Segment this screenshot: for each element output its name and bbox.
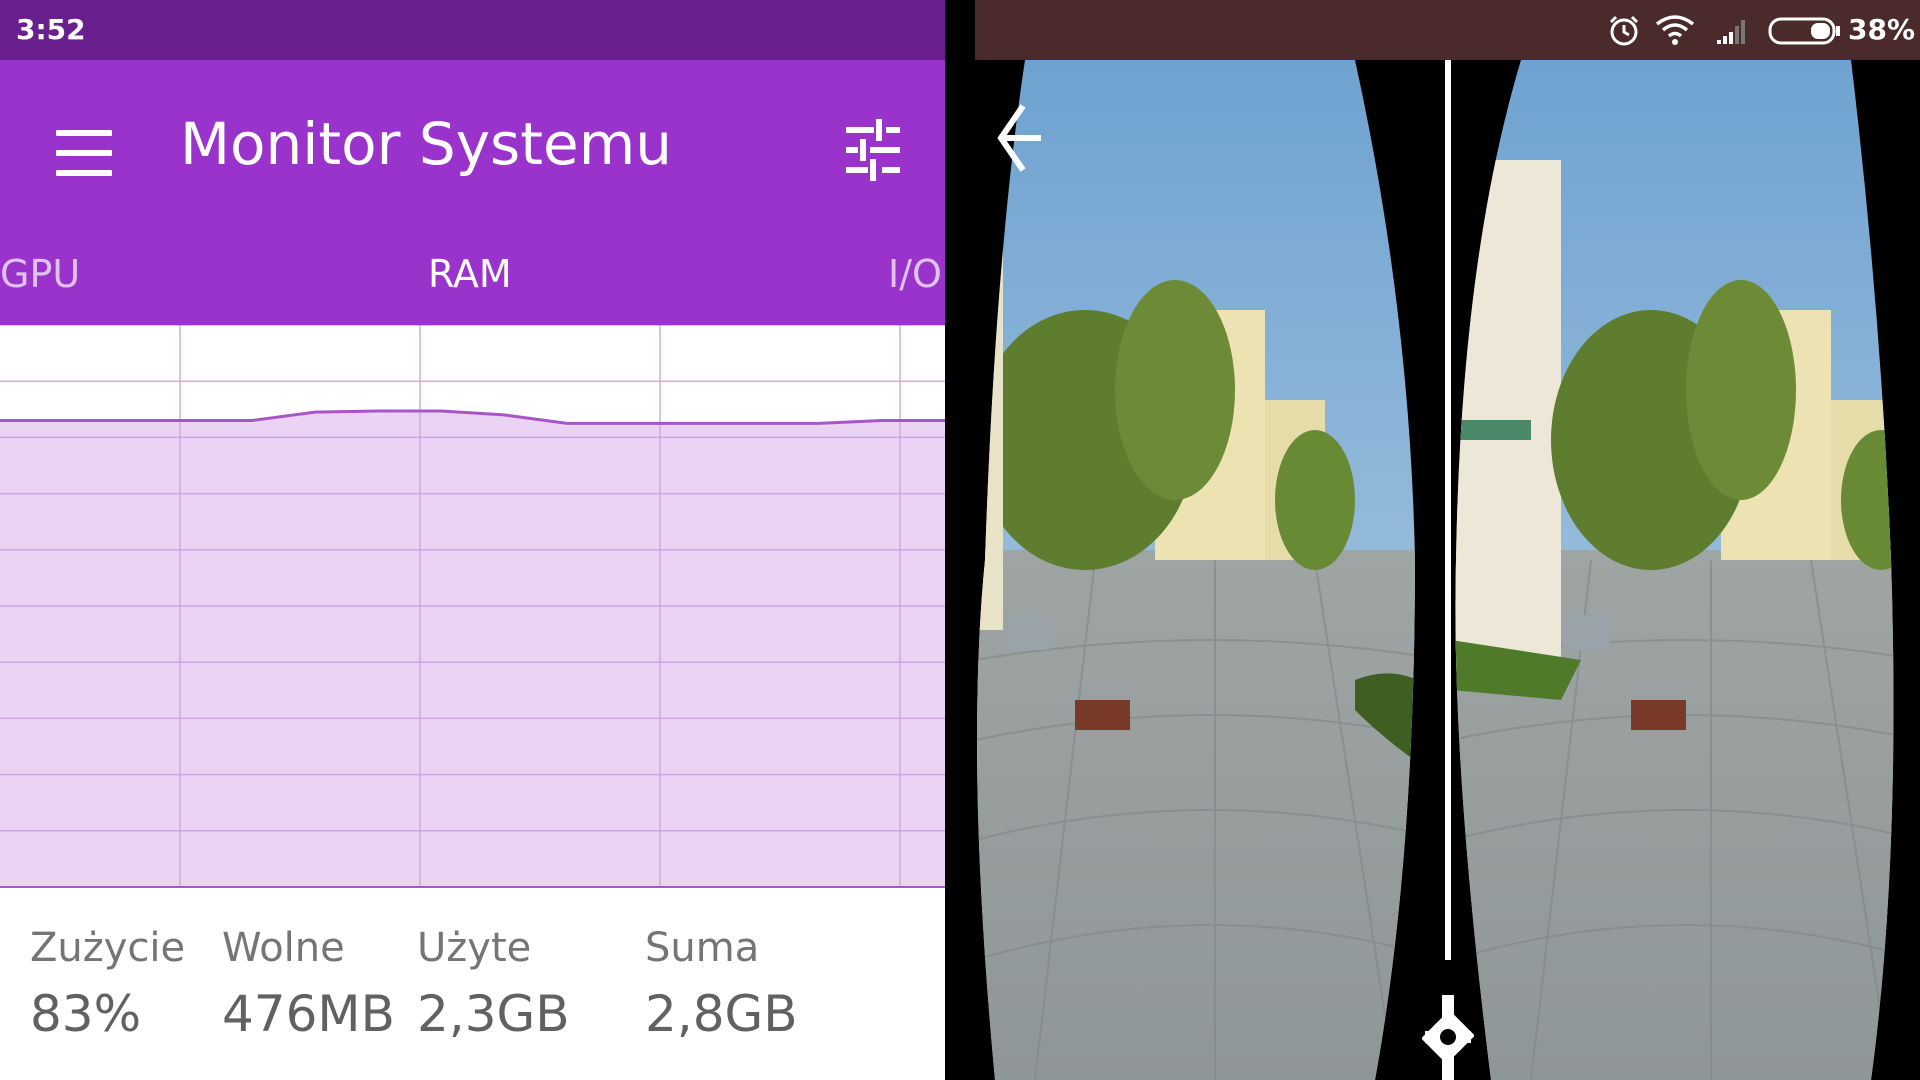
- stat-used-value: 2,3GB: [417, 985, 570, 1043]
- wifi-icon: [1655, 15, 1695, 45]
- status-bar-right: 38%: [975, 0, 1920, 60]
- stat-used: Użyte 2,3GB: [417, 925, 570, 1043]
- tab-gpu[interactable]: GPU: [0, 252, 80, 296]
- alarm-icon: [1609, 15, 1639, 46]
- stat-free-value: 476MB: [222, 985, 395, 1043]
- ram-stats: Zużycie 83% Wolne 476MB Użyte 2,3GB Suma…: [0, 890, 945, 1080]
- stat-free-label: Wolne: [222, 925, 345, 971]
- stat-total-label: Suma: [645, 925, 760, 971]
- app-title: Monitor Systemu: [180, 110, 672, 178]
- stat-used-label: Użyte: [417, 925, 532, 971]
- stat-free: Wolne 476MB: [222, 925, 395, 1043]
- tab-ram[interactable]: RAM: [428, 252, 512, 296]
- stat-usage-label: Zużycie: [30, 925, 186, 971]
- status-time: 3:52: [16, 13, 86, 46]
- vr-settings-button[interactable]: [1421, 995, 1475, 1080]
- app-bar: Monitor Systemu GPU RAM I/O: [0, 60, 945, 325]
- system-monitor-pane: 3:52 Monitor Systemu GPU RAM I/O Zużycie…: [0, 0, 945, 1080]
- vr-viewer-pane: 38%: [975, 0, 1920, 1080]
- tune-sliders-icon: [846, 119, 900, 181]
- back-arrow-icon: [997, 104, 1041, 172]
- vr-center-divider: [1445, 60, 1451, 960]
- gear-icon: [1421, 995, 1475, 1080]
- battery-icon: [1768, 17, 1840, 45]
- stat-total: Suma 2,8GB: [645, 925, 798, 1043]
- vr-back-button[interactable]: [993, 100, 1053, 180]
- settings-button[interactable]: [838, 115, 908, 185]
- stat-usage-value: 83%: [30, 985, 142, 1043]
- menu-button[interactable]: [50, 120, 116, 186]
- status-bar: 3:52: [0, 0, 945, 60]
- vr-right-eye-view: [1455, 60, 1894, 1080]
- stat-total-value: 2,8GB: [645, 985, 798, 1043]
- signal-icon: [1717, 20, 1745, 44]
- battery-percentage: 38%: [1848, 13, 1916, 46]
- vr-left-eye-view: [977, 60, 1415, 1080]
- ram-usage-chart: [0, 325, 945, 888]
- stat-usage: Zużycie 83%: [30, 925, 185, 1043]
- tab-io[interactable]: I/O: [888, 252, 942, 296]
- chart-area-fill: [0, 411, 945, 887]
